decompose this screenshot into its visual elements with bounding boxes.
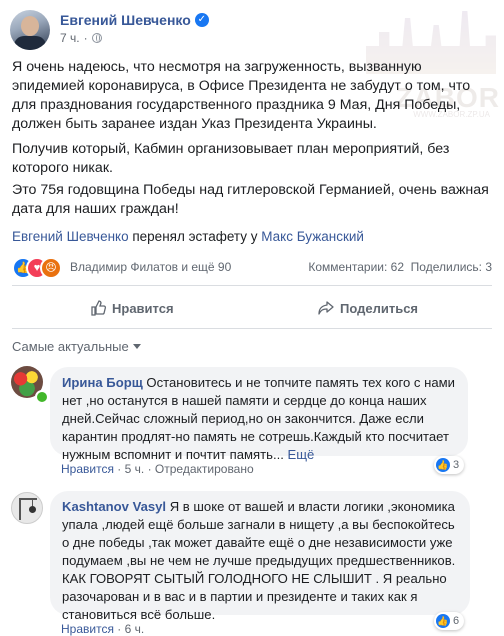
comment-reaction-count: 3 <box>453 459 460 471</box>
like-button[interactable]: Нравится <box>90 293 174 323</box>
sort-label: Самые актуальные <box>12 339 129 354</box>
comment-sort-dropdown[interactable]: Самые актуальные <box>12 339 141 354</box>
comment-bubble: Kashtanov Vasyl Я в шоке от вашей и влас… <box>50 491 470 622</box>
comment-time[interactable]: 5 ч. <box>125 462 145 476</box>
comment-meta: Нравится · 6 ч. <box>61 622 145 636</box>
comment-share-counts: Комментарии: 62 Поделились: 3 <box>308 260 492 274</box>
post-timestamp[interactable]: 7 ч. <box>60 31 80 45</box>
comment-meta: Нравится · 5 ч. · Отредактировано <box>61 462 254 476</box>
like-button-label: Нравится <box>112 300 174 316</box>
angry-reaction-icon[interactable]: 😠 <box>40 257 62 279</box>
author-avatar[interactable] <box>10 10 50 50</box>
comment-reaction-badge[interactable]: 👍 6 <box>434 612 465 630</box>
globe-icon[interactable] <box>91 33 102 43</box>
author-name-link[interactable]: Евгений Шевченко <box>60 12 191 28</box>
verified-icon: ✓ <box>194 13 209 27</box>
relay-middle-text: перенял эстафету у <box>128 229 262 244</box>
relay-to-link[interactable]: Макс Бужанский <box>261 229 364 244</box>
relay-line: Евгений Шевченко перенял эстафету у Макс… <box>12 229 364 244</box>
shares-count[interactable]: Поделились: 3 <box>411 260 492 274</box>
post-meta: 7 ч. · <box>60 31 102 45</box>
commenter-name[interactable]: Kashtanov Vasyl <box>62 499 166 514</box>
comment-text: Я в шоке от вашей и власти логики ,эконо… <box>62 499 456 622</box>
facebook-post: ZABOR WWW.ZABOR.ZP.UA Евгений Шевченко ✓… <box>0 0 504 636</box>
chevron-down-icon <box>132 344 141 349</box>
post-author: Евгений Шевченко ✓ <box>60 12 209 28</box>
edited-label[interactable]: Отредактировано <box>155 462 254 476</box>
post-paragraph-3: Это 75я годовщина Победы над гитлеровско… <box>12 182 489 217</box>
divider <box>12 328 492 329</box>
like-reaction-icon: 👍 <box>436 614 450 628</box>
share-button[interactable]: Поделиться <box>318 293 418 323</box>
comment-reaction-count: 6 <box>453 615 460 627</box>
comment-bubble: Ирина Борщ Остановитесь и не топчите пам… <box>50 367 468 462</box>
divider <box>12 285 492 286</box>
reactions-summary: 👍 ♥ 😠 Владимир Филатов и ещё 90 Коммента… <box>12 257 492 279</box>
comment-like-link[interactable]: Нравится <box>61 462 114 476</box>
like-reaction-icon: 👍 <box>436 458 450 472</box>
relay-from-link[interactable]: Евгений Шевченко <box>12 229 129 244</box>
share-button-label: Поделиться <box>340 300 419 316</box>
comment-time[interactable]: 6 ч. <box>125 622 145 636</box>
thumbs-up-icon <box>91 300 106 316</box>
post-paragraph-1: Я очень надеюсь, что несмотря на загруже… <box>12 59 471 132</box>
comment-like-link[interactable]: Нравится <box>61 622 114 636</box>
share-icon <box>318 301 334 315</box>
commenter-name[interactable]: Ирина Борщ <box>62 375 143 390</box>
see-more-link[interactable]: Ещё <box>288 447 315 462</box>
post-paragraph-2: Получив который, Кабмин организовывает п… <box>12 141 450 176</box>
reactors-text[interactable]: Владимир Филатов и ещё 90 <box>70 260 231 274</box>
comments-count[interactable]: Комментарии: 62 <box>308 260 404 274</box>
commenter-avatar[interactable] <box>11 492 43 524</box>
comment-reaction-badge[interactable]: 👍 3 <box>434 456 465 474</box>
online-indicator <box>35 390 49 404</box>
